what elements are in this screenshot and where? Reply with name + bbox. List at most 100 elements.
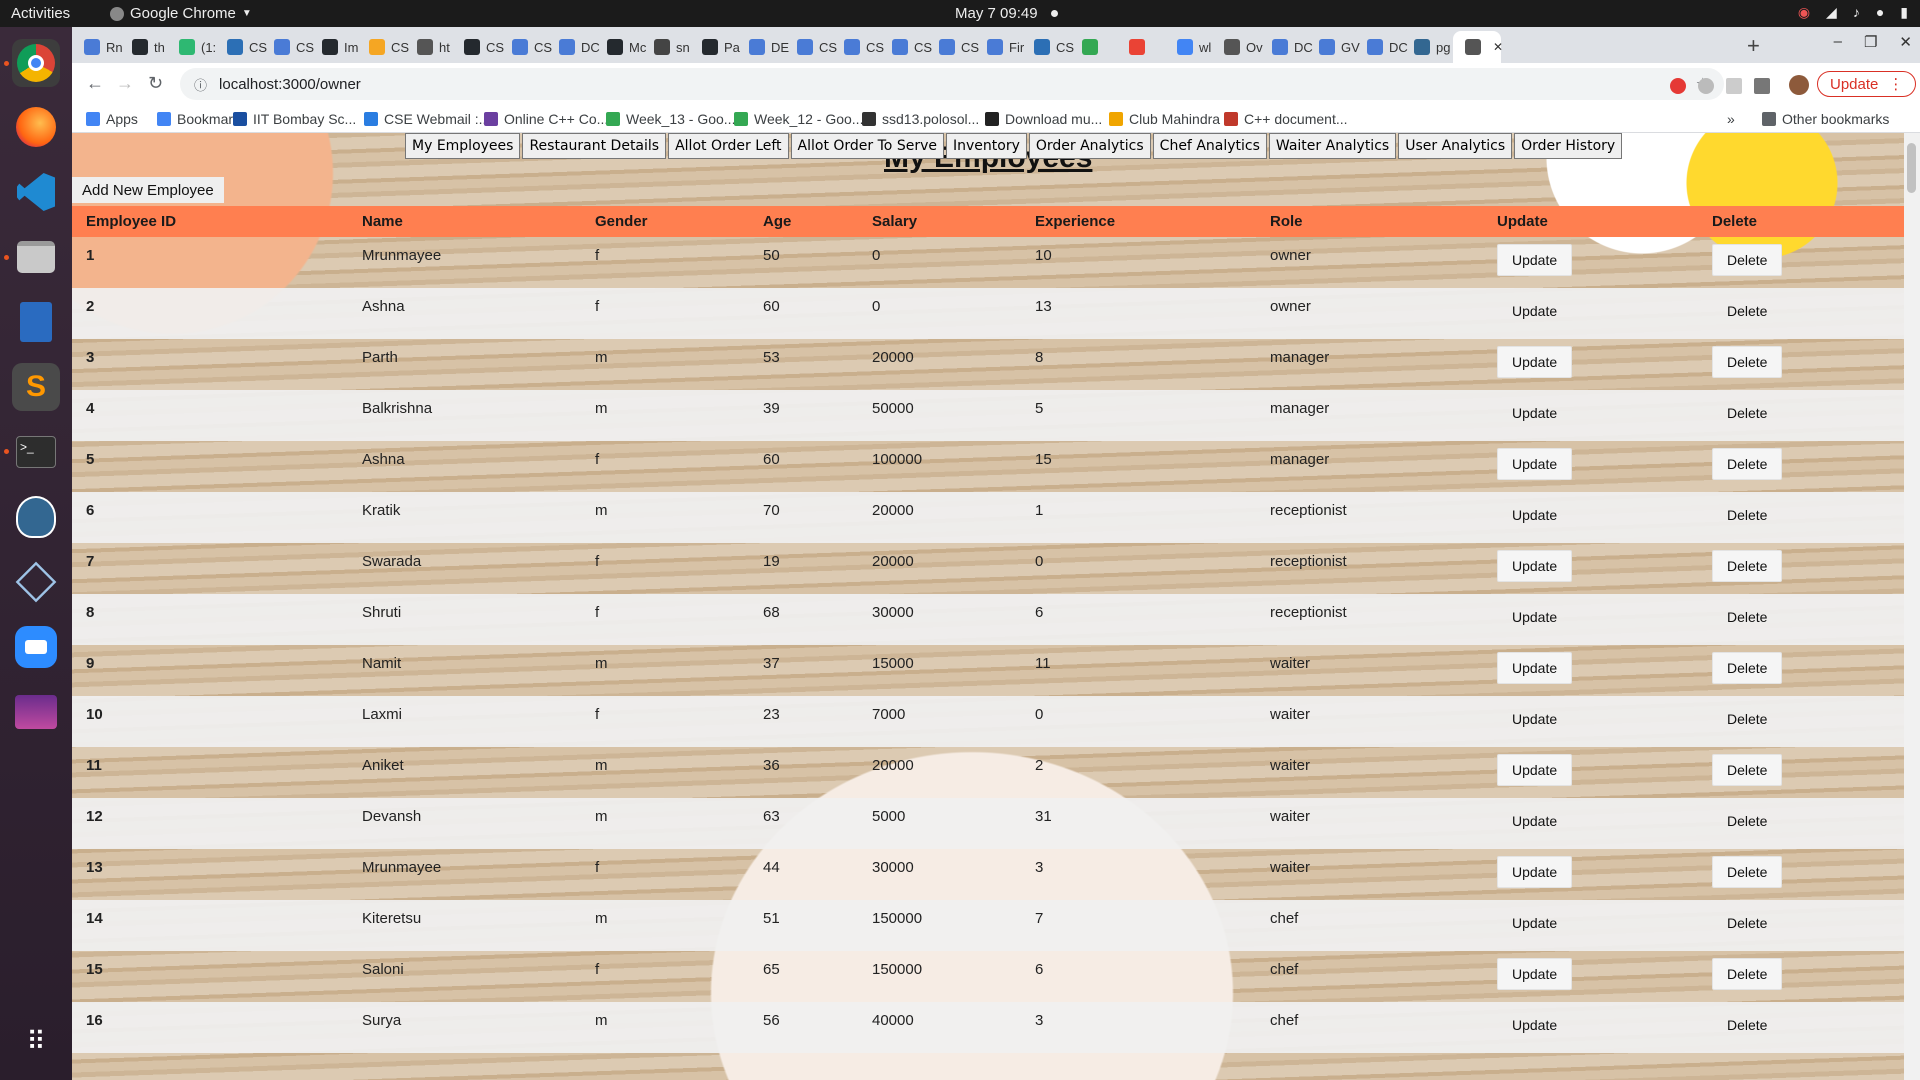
delete-employee-button[interactable]: Delete (1712, 295, 1782, 327)
nav-restaurant-details-button[interactable]: Restaurant Details (522, 133, 667, 159)
bookmark-item[interactable]: Club Mahindra (1109, 111, 1220, 127)
show-apps-icon[interactable]: ⠿ (12, 1017, 60, 1065)
browser-tab[interactable]: GV (1307, 31, 1360, 63)
browser-tab[interactable]: CS (215, 31, 267, 63)
update-employee-button[interactable]: Update (1497, 805, 1572, 837)
delete-employee-button[interactable]: Delete (1712, 397, 1782, 429)
tab-close-icon[interactable]: ✕ (1493, 40, 1503, 54)
browser-tab[interactable]: CS (262, 31, 314, 63)
delete-employee-button[interactable]: Delete (1712, 448, 1783, 480)
nav-inventory-button[interactable]: Inventory (945, 133, 1027, 159)
browser-tab[interactable]: DE (737, 31, 789, 63)
bookmark-item[interactable]: Apps (86, 111, 138, 127)
vscode-dock-icon[interactable] (12, 168, 60, 216)
update-employee-button[interactable]: Update (1497, 397, 1572, 429)
delete-employee-button[interactable]: Delete (1712, 1009, 1782, 1041)
update-employee-button[interactable]: Update (1497, 958, 1573, 990)
browser-tab[interactable]: CS (500, 31, 552, 63)
browser-tab[interactable] (1070, 31, 1117, 63)
browser-tab[interactable]: Mc (595, 31, 646, 63)
forward-icon[interactable]: → (116, 73, 134, 94)
new-tab-button[interactable]: + (1747, 33, 1760, 59)
page-scrollbar[interactable] (1904, 133, 1920, 1080)
delete-employee-button[interactable]: Delete (1712, 601, 1782, 633)
nav-my-employees-button[interactable]: My Employees (405, 133, 521, 159)
system-tray[interactable]: ◉ ◢ ♪ ● ▮ (1798, 4, 1908, 21)
delete-employee-button[interactable]: Delete (1712, 244, 1783, 276)
delete-employee-button[interactable]: Delete (1712, 652, 1783, 684)
adblock-extension-icon[interactable] (1670, 78, 1686, 94)
browser-tab[interactable]: Ov (1212, 31, 1263, 63)
delete-employee-button[interactable]: Delete (1712, 499, 1782, 531)
browser-tab[interactable]: CS (832, 31, 884, 63)
browser-tab[interactable]: CS (927, 31, 979, 63)
firefox-dock-icon[interactable] (12, 103, 60, 151)
sublime-dock-icon[interactable]: S (12, 363, 60, 411)
delete-employee-button[interactable]: Delete (1712, 346, 1783, 378)
bookmark-item[interactable]: C++ document... (1224, 111, 1348, 127)
browser-tab[interactable]: ht (405, 31, 452, 63)
browser-tab[interactable]: DC (547, 31, 600, 63)
update-employee-button[interactable]: Update (1497, 652, 1573, 684)
activities-button[interactable]: Activities (11, 5, 70, 22)
bookmark-item[interactable]: IIT Bombay Sc... (233, 111, 356, 127)
browser-tab[interactable]: CS (880, 31, 932, 63)
browser-tab[interactable]: CS (357, 31, 409, 63)
browser-tab[interactable]: DC (1260, 31, 1313, 63)
scrollbar-thumb[interactable] (1907, 143, 1916, 193)
nav-allot-order-left-button[interactable]: Allot Order Left (668, 133, 789, 159)
bookmark-item[interactable]: Download mu... (985, 111, 1102, 127)
bookmarks-overflow-icon[interactable]: » (1727, 111, 1735, 127)
update-employee-button[interactable]: Update (1497, 601, 1572, 633)
bookmark-item[interactable]: CSE Webmail :... (364, 111, 490, 127)
browser-tab[interactable]: CS (1022, 31, 1074, 63)
delete-employee-button[interactable]: Delete (1712, 754, 1783, 786)
browser-tab[interactable]: Im (310, 31, 358, 63)
chrome-update-button[interactable]: Update ⋮ (1817, 71, 1917, 97)
browser-tab[interactable]: sn (642, 31, 690, 63)
site-info-icon[interactable]: ⓘ (194, 75, 207, 94)
writer-dock-icon[interactable] (12, 298, 60, 346)
update-employee-button[interactable]: Update (1497, 1009, 1572, 1041)
browser-tab[interactable]: wl (1165, 31, 1212, 63)
bookmark-item[interactable]: ssd13.polosol... (862, 111, 979, 127)
bookmark-item[interactable]: Online C++ Co... (484, 111, 608, 127)
delete-employee-button[interactable]: Delete (1712, 958, 1783, 990)
browser-tab[interactable]: (1: (167, 31, 216, 63)
other-bookmarks[interactable]: Other bookmarks (1762, 111, 1889, 127)
browser-tab[interactable]: Pa (690, 31, 740, 63)
clock[interactable]: May 7 09:49 (955, 5, 1038, 22)
nav-order-history-button[interactable]: Order History (1514, 133, 1623, 159)
delete-employee-button[interactable]: Delete (1712, 550, 1783, 582)
bookmark-item[interactable]: Week_12 - Goo... (734, 111, 863, 127)
extensions-puzzle-icon[interactable] (1754, 78, 1770, 94)
update-employee-button[interactable]: Update (1497, 754, 1573, 786)
add-new-employee-button[interactable]: Add New Employee (72, 177, 224, 203)
mail-extension-icon[interactable] (1726, 78, 1742, 94)
browser-tab[interactable]: Rn (72, 31, 123, 63)
delete-employee-button[interactable]: Delete (1712, 703, 1782, 735)
back-icon[interactable]: ← (86, 73, 104, 94)
maximize-icon[interactable]: ❐ (1864, 33, 1877, 51)
pgadmin-dock-icon[interactable] (12, 493, 60, 541)
browser-tab[interactable]: pg (1402, 31, 1450, 63)
translate-extension-icon[interactable] (1698, 78, 1714, 94)
update-employee-button[interactable]: Update (1497, 448, 1573, 480)
profile-avatar[interactable] (1789, 75, 1809, 95)
update-employee-button[interactable]: Update (1497, 499, 1572, 531)
nav-waiter-analytics-button[interactable]: Waiter Analytics (1268, 133, 1397, 159)
browser-tab[interactable]: ✕ (1453, 31, 1503, 63)
browser-tab[interactable]: DC (1355, 31, 1408, 63)
update-employee-button[interactable]: Update (1497, 907, 1572, 939)
update-employee-button[interactable]: Update (1497, 346, 1573, 378)
update-employee-button[interactable]: Update (1497, 856, 1573, 888)
update-employee-button[interactable]: Update (1497, 550, 1573, 582)
app-menu[interactable]: Google Chrome ▼ (110, 5, 252, 22)
nav-order-analytics-button[interactable]: Order Analytics (1028, 133, 1151, 159)
bookmark-item[interactable]: Week_13 - Goo... (606, 111, 735, 127)
browser-tab[interactable]: CS (452, 31, 504, 63)
files-dock-icon[interactable] (12, 233, 60, 281)
zoom-dock-icon[interactable] (12, 623, 60, 671)
minimize-icon[interactable]: – (1834, 33, 1842, 51)
update-employee-button[interactable]: Update (1497, 703, 1572, 735)
